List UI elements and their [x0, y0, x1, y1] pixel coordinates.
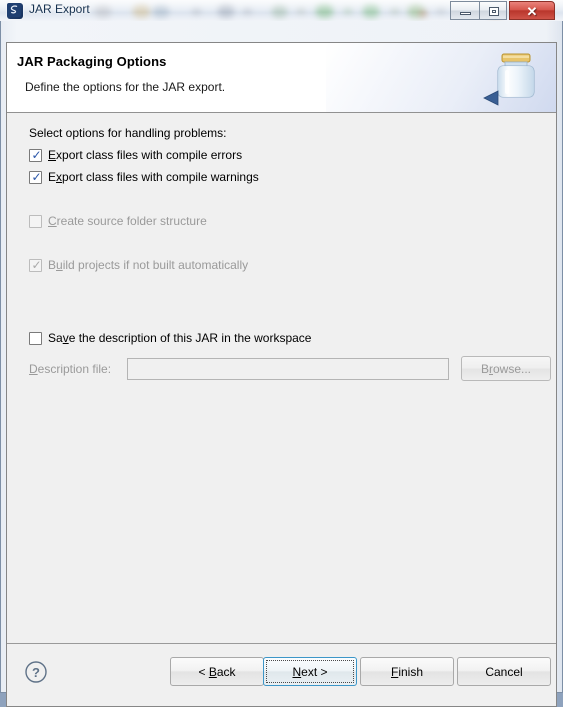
checkbox-row-build-projects-if-not-built: ✓ Build projects if not built automatica… — [29, 257, 248, 273]
minimize-icon — [460, 12, 471, 15]
mnemonic-underline: B — [208, 664, 217, 679]
build-projects-label: Build projects if not built automaticall… — [48, 258, 249, 272]
cancel-button[interactable]: Cancel — [457, 657, 551, 686]
close-icon: ✕ — [526, 4, 538, 19]
footer-divider — [7, 643, 556, 644]
description-file-row: Description file: Browse... — [29, 356, 551, 382]
save-description-checkbox[interactable] — [29, 331, 42, 345]
mnemonic-underline: C — [48, 214, 57, 228]
checkbox-row-export-compile-warnings[interactable]: ✓ Export class files with compile warnin… — [29, 169, 259, 185]
create-source-folder-structure-checkbox — [29, 214, 42, 228]
description-file-input[interactable] — [127, 358, 449, 380]
browse-button[interactable]: Browse... — [461, 356, 551, 381]
jar-export-dialog-window: JAR Export ✕ JAR Packaging Options Defin… — [0, 0, 563, 707]
page-subtitle: Define the options for the JAR export. — [25, 80, 226, 94]
mnemonic-underline: E — [48, 148, 57, 162]
back-button[interactable]: < Back — [170, 657, 264, 686]
window-title: JAR Export — [29, 2, 90, 16]
help-button[interactable]: ? — [24, 660, 48, 684]
dialog-client-area: JAR Packaging Options Define the options… — [6, 42, 557, 707]
mnemonic-underline: u — [56, 258, 63, 272]
checkbox-row-export-compile-errors[interactable]: ✓ Export class files with compile errors — [29, 147, 242, 163]
finish-button[interactable]: Finish — [360, 657, 454, 686]
checkbox-row-create-source-folder-structure: Create source folder structure — [29, 213, 207, 229]
page-title: JAR Packaging Options — [17, 54, 167, 69]
minimize-button[interactable] — [450, 1, 479, 20]
close-button[interactable]: ✕ — [509, 1, 555, 20]
jar-export-banner-icon — [476, 47, 548, 109]
checkbox-row-save-description[interactable]: Save the description of this JAR in the … — [29, 330, 311, 346]
description-file-label: Description file: — [29, 362, 112, 376]
mnemonic-underline: D — [29, 362, 38, 376]
eclipse-icon[interactable] — [7, 3, 23, 19]
dialog-footer: ? < Back Next > Finish Cancel — [7, 643, 556, 706]
checkmark-icon: ✓ — [31, 169, 42, 184]
export-compile-errors-label: Export class files with compile errors — [48, 148, 243, 162]
save-description-label: Save the description of this JAR in the … — [48, 331, 312, 345]
window-titlebar[interactable]: JAR Export ✕ — [0, 0, 563, 22]
maximize-button[interactable] — [479, 1, 507, 20]
dialog-header: JAR Packaging Options Define the options… — [7, 43, 556, 113]
export-compile-warnings-label: Export class files with compile warnings — [48, 170, 259, 184]
maximize-icon — [489, 7, 499, 16]
build-projects-checkbox: ✓ — [29, 257, 42, 272]
checkmark-icon: ✓ — [31, 147, 42, 162]
export-compile-warnings-checkbox[interactable]: ✓ — [29, 169, 42, 184]
svg-text:?: ? — [32, 665, 40, 680]
export-compile-errors-checkbox[interactable]: ✓ — [29, 147, 42, 162]
next-button[interactable]: Next > — [263, 657, 357, 686]
window-frame: JAR Packaging Options Define the options… — [0, 21, 563, 707]
mnemonic-underline: N — [292, 664, 302, 679]
checkmark-icon: ✓ — [31, 257, 42, 272]
dialog-body: Select options for handling problems: ✓ … — [7, 113, 556, 645]
handling-problems-group-label: Select options for handling problems: — [29, 126, 227, 140]
create-source-folder-structure-label: Create source folder structure — [48, 214, 207, 228]
